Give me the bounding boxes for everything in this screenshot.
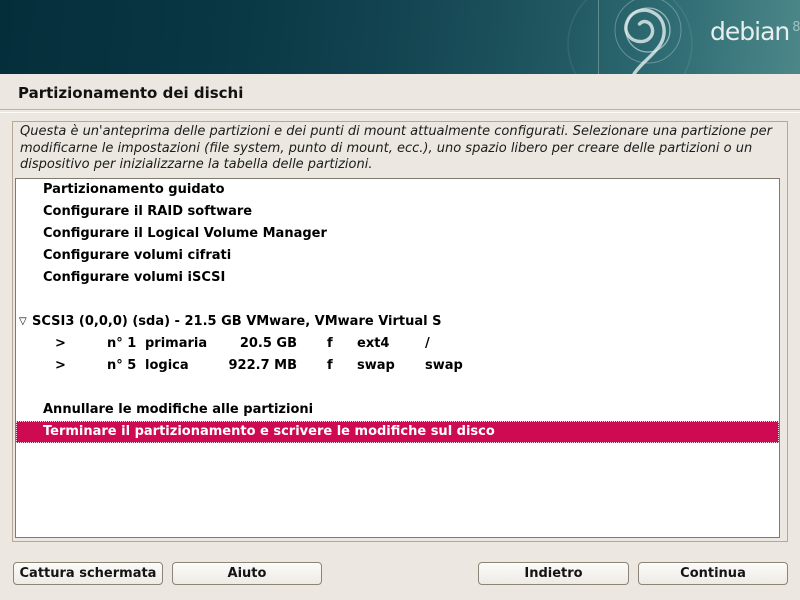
screenshot-button[interactable]: Cattura schermata: [13, 562, 163, 585]
list-item[interactable]: Partizionamento guidato: [16, 179, 779, 201]
partition-number: n° 5: [107, 355, 136, 377]
list-item[interactable]: Configurare il Logical Volume Manager: [16, 223, 779, 245]
debian-logo: debian 8: [710, 19, 800, 44]
partition-size: 922.7 MB: [196, 355, 297, 377]
blank-row: [16, 377, 779, 399]
list-item[interactable]: Annullare le modifiche alle partizioni: [16, 399, 779, 421]
disk-row[interactable]: ▽SCSI3 (0,0,0) (sda) - 21.5 GB VMware, V…: [16, 311, 779, 333]
title-separator: [0, 109, 800, 113]
debian-logo-text: debian: [710, 19, 789, 44]
partition-size: 20.5 GB: [196, 333, 297, 355]
list-item[interactable]: Configurare volumi iSCSI: [16, 267, 779, 289]
blank-row: [16, 289, 779, 311]
page-title: Partizionamento dei dischi: [18, 84, 243, 102]
partition-number: n° 1: [107, 333, 136, 355]
page-description: Questa è un'anteprima delle partizioni e…: [20, 124, 780, 174]
back-button[interactable]: Indietro: [478, 562, 629, 585]
partition-filesystem: ext4: [357, 333, 389, 355]
partition-marker-icon: >: [55, 333, 66, 355]
header-banner: debian 8: [0, 0, 800, 74]
partition-flag: f: [327, 333, 333, 355]
debian-version: 8: [792, 21, 800, 34]
partition-listbox[interactable]: Partizionamento guidatoConfigurare il RA…: [15, 178, 780, 538]
debian-swirl-icon: [626, 10, 664, 74]
continue-button[interactable]: Continua: [638, 562, 788, 585]
disk-label: SCSI3 (0,0,0) (sda) - 21.5 GB VMware, VM…: [32, 311, 441, 333]
banner-decoration: [0, 0, 800, 74]
list-item[interactable]: Configurare volumi cifrati: [16, 245, 779, 267]
partition-mountpoint: /: [425, 333, 430, 355]
help-button[interactable]: Aiuto: [172, 562, 322, 585]
partition-marker-icon: >: [55, 355, 66, 377]
expander-open-icon: ▽: [19, 311, 27, 333]
list-item-selected[interactable]: Terminare il partizionamento e scrivere …: [16, 421, 779, 443]
partition-type: logica: [145, 355, 189, 377]
partition-flag: f: [327, 355, 333, 377]
list-item[interactable]: Configurare il RAID software: [16, 201, 779, 223]
partition-filesystem: swap: [357, 355, 395, 377]
partition-mountpoint: swap: [425, 355, 463, 377]
partition-row[interactable]: > n° 5 logica 922.7 MB f swap swap: [16, 355, 779, 377]
partition-row[interactable]: >n° 1primaria20.5 GBfext4/: [16, 333, 779, 355]
